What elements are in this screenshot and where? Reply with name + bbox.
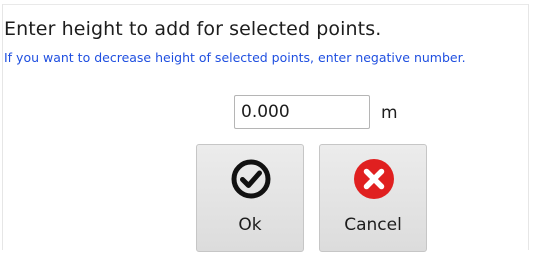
cancel-button-label: Cancel xyxy=(344,215,402,235)
unit-label: m xyxy=(381,103,398,123)
dialog-left-border xyxy=(2,4,3,250)
dialog-top-border xyxy=(2,4,529,5)
dialog-hint: If you want to decrease height of select… xyxy=(4,50,466,65)
dialog-right-border xyxy=(528,4,529,250)
dialog-prompt: Enter height to add for selected points. xyxy=(4,18,382,40)
ok-button-label: Ok xyxy=(238,215,262,235)
ok-button[interactable]: Ok xyxy=(196,144,304,252)
height-input[interactable] xyxy=(234,95,370,129)
height-offset-dialog: Enter height to add for selected points.… xyxy=(0,0,534,260)
close-circle-icon xyxy=(353,158,395,200)
checkmark-circle-icon xyxy=(230,158,272,200)
cancel-button[interactable]: Cancel xyxy=(319,144,427,252)
